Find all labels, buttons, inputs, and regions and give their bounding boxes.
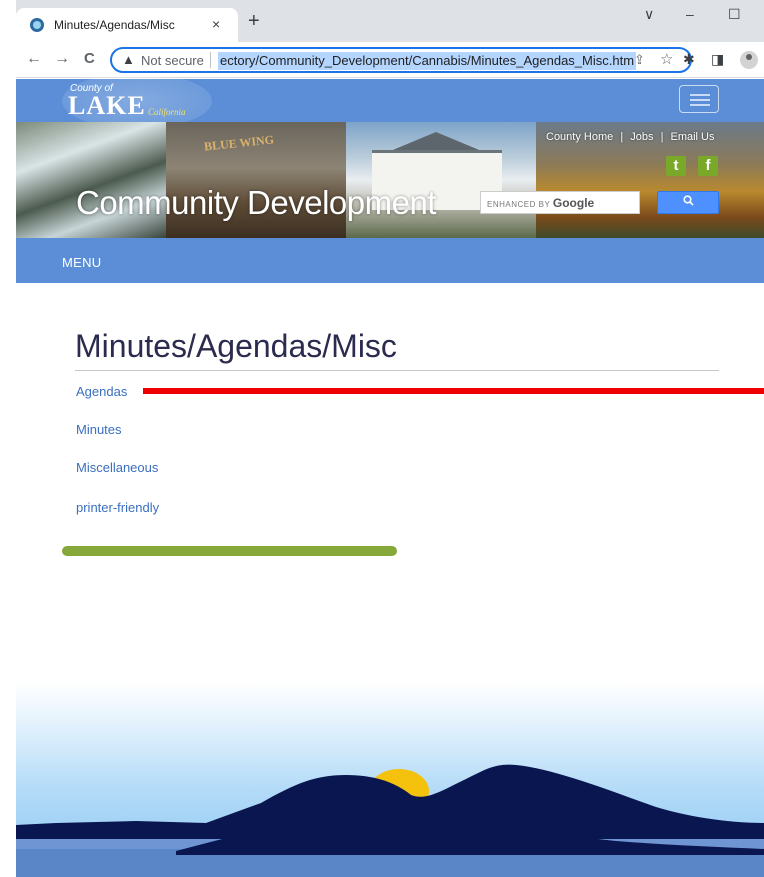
header-banner: BLUE WING Community Development County H… [16,122,764,238]
browser-window: Minutes/Agendas/Misc × + ∨ – ☐ ← → C ▲ N… [0,0,764,877]
omnibox-divider [210,52,211,68]
county-home-link[interactable]: County Home [546,131,613,143]
menu-bar: MENU [16,238,764,283]
agendas-link[interactable]: Agendas [76,384,127,399]
title-divider [75,370,719,371]
search-input[interactable]: ENHANCED BY Google [480,191,640,214]
twitter-icon[interactable]: t [666,156,686,176]
facebook-icon[interactable]: f [698,156,718,176]
jobs-link[interactable]: Jobs [630,131,653,143]
site-favicon-icon [30,18,44,32]
page-title: Minutes/Agendas/Misc [75,328,397,364]
miscellaneous-link[interactable]: Miscellaneous [76,460,158,475]
minutes-link[interactable]: Minutes [76,422,122,437]
green-accent-bar [62,546,397,556]
logo-california-text: California [148,107,186,117]
tab-close-icon[interactable]: × [212,16,220,32]
new-tab-button[interactable]: + [248,11,260,31]
printer-friendly-link[interactable]: printer-friendly [76,500,159,515]
tab-title: Minutes/Agendas/Misc [54,18,175,32]
footer-landscape [16,683,764,877]
tab-strip: Minutes/Agendas/Misc × + ∨ – ☐ [16,0,764,42]
house-roof-shape [388,132,484,152]
menu-toggle[interactable]: MENU [62,255,101,270]
maximize-button[interactable]: ☐ [728,6,741,23]
profile-avatar-icon[interactable] [740,51,758,69]
forward-button[interactable]: → [54,50,70,68]
side-panel-icon[interactable]: ◨ [711,51,724,68]
bookmark-star-icon[interactable]: ☆ [660,50,673,68]
security-status[interactable]: Not secure [141,53,204,68]
search-placeholder: ENHANCED BY Google [487,196,595,210]
active-tab[interactable]: Minutes/Agendas/Misc × [16,8,238,42]
minimize-button[interactable]: – [686,6,694,22]
site-top-bar: County of LAKE California [16,73,764,129]
email-us-link[interactable]: Email Us [670,131,714,143]
url-text[interactable]: ectory/Community_Development/Cannabis/Mi… [218,52,637,70]
utility-links: County Home | Jobs | Email Us [544,131,717,143]
logo-lake-text: LAKE [68,91,146,120]
red-highlight-bar [143,388,764,394]
link-separator: | [660,131,664,143]
site-title[interactable]: Community Development [76,184,436,222]
search-button[interactable] [657,191,719,214]
reload-button[interactable]: C [84,50,95,67]
warning-icon: ▲ [122,52,135,67]
tab-search-icon[interactable]: ∨ [644,6,654,23]
back-button[interactable]: ← [26,50,42,68]
extensions-icon[interactable]: ✱ [683,51,695,68]
share-icon[interactable]: ⇪ [634,52,645,68]
search-icon [682,195,694,209]
address-bar[interactable]: ▲ Not secure ectory/Community_Developmen… [110,47,692,73]
lake-hills-illustration [16,764,764,877]
link-separator: | [620,131,624,143]
hamburger-menu-icon[interactable] [679,85,719,113]
